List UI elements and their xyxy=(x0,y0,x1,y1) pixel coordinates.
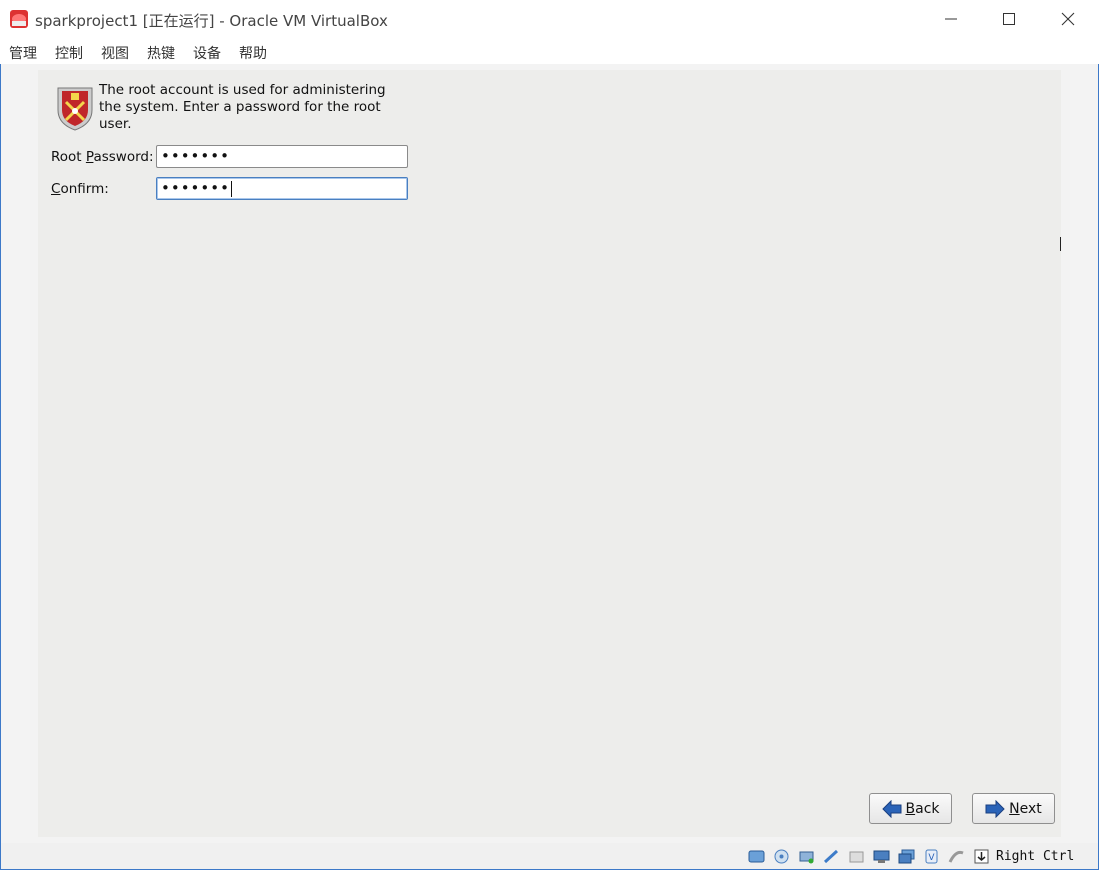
label-part: Root xyxy=(51,149,86,165)
confirm-password-input[interactable]: ••••••• xyxy=(156,177,408,200)
arrow-right-icon xyxy=(985,799,1005,818)
hard-disk-icon[interactable] xyxy=(748,849,765,864)
close-button[interactable] xyxy=(1039,0,1097,38)
menu-help[interactable]: 帮助 xyxy=(239,43,267,63)
video-capture-icon[interactable]: V xyxy=(923,849,940,864)
virtualbox-icon xyxy=(10,10,28,28)
minimize-button[interactable] xyxy=(922,0,980,38)
cpu-icon[interactable] xyxy=(948,849,965,864)
password-mask: ••••••• xyxy=(161,179,230,197)
mnemonic-key: B xyxy=(905,800,916,817)
label-part: assword: xyxy=(93,149,154,165)
mouse-cursor xyxy=(1060,237,1061,251)
window-title: sparkproject1 [正在运行] - Oracle VM Virtual… xyxy=(35,12,388,30)
menu-view[interactable]: 视图 xyxy=(101,43,129,63)
intro-text: The root account is used for administeri… xyxy=(99,82,399,133)
mnemonic-key: N xyxy=(1009,800,1020,817)
menu-manage[interactable]: 管理 xyxy=(9,43,37,63)
back-button[interactable]: Back xyxy=(869,793,952,824)
menu-control[interactable]: 控制 xyxy=(55,43,83,63)
back-label: Back xyxy=(906,801,940,817)
host-key-label: Right Ctrl xyxy=(996,849,1075,864)
root-password-label: Root Password: xyxy=(51,149,154,165)
display-icon[interactable] xyxy=(898,849,915,864)
intro-line-3: user. xyxy=(99,116,132,132)
network-icon[interactable] xyxy=(823,849,840,864)
menu-bar: 管理 控制 视图 热键 设备 帮助 xyxy=(0,38,1099,64)
confirm-label: Confirm: xyxy=(51,181,109,197)
label-part: onfirm: xyxy=(60,181,109,197)
shield-icon xyxy=(57,87,93,131)
password-mask: ••••••• xyxy=(161,147,230,165)
close-icon xyxy=(1061,12,1075,26)
shared-folders-icon[interactable] xyxy=(873,849,890,864)
maximize-icon xyxy=(1003,13,1015,25)
intro-line-2: the system. Enter a password for the roo… xyxy=(99,99,381,115)
title-bar: sparkproject1 [正在运行] - Oracle VM Virtual… xyxy=(0,0,1099,38)
root-password-input[interactable]: ••••••• xyxy=(156,145,408,168)
menu-hotkeys[interactable]: 热键 xyxy=(147,43,175,63)
menu-devices[interactable]: 设备 xyxy=(193,43,221,63)
label-part: ext xyxy=(1019,800,1042,817)
next-label: Next xyxy=(1009,801,1042,817)
optical-drive-icon[interactable] xyxy=(773,849,790,864)
maximize-button[interactable] xyxy=(980,0,1038,38)
minimize-icon xyxy=(945,18,957,20)
label-part: ack xyxy=(915,800,940,817)
audio-icon[interactable] xyxy=(798,849,815,864)
intro-line-1: The root account is used for administeri… xyxy=(99,82,386,98)
usb-icon[interactable] xyxy=(848,849,865,864)
svg-text:V: V xyxy=(928,853,935,863)
arrow-left-icon xyxy=(881,799,901,818)
next-button[interactable]: Next xyxy=(972,793,1055,824)
text-caret xyxy=(230,180,232,197)
mouse-integration-icon[interactable] xyxy=(973,849,990,864)
